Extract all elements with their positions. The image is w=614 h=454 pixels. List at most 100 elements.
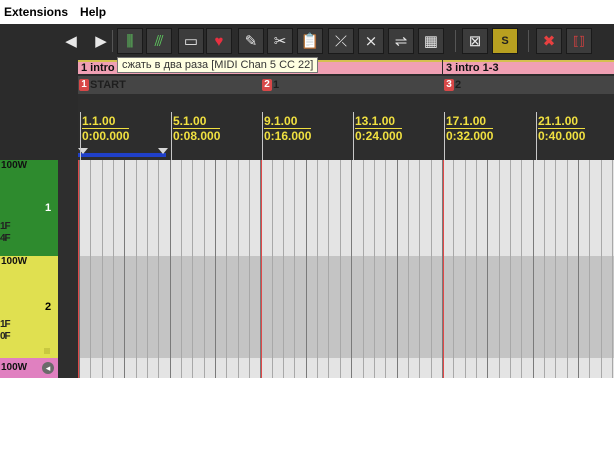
grid-line [102, 358, 103, 378]
grid-line [170, 358, 171, 378]
grid-line [340, 358, 341, 378]
menu-extensions[interactable]: Extensions [0, 0, 74, 24]
arrow-right-button[interactable]: ▶ [88, 28, 114, 54]
grid-line [351, 256, 352, 358]
grid-line [158, 160, 159, 256]
track-collapse-icon[interactable]: ◂ [38, 358, 58, 378]
grid-line [328, 256, 329, 358]
track-name[interactable]: 100W [0, 362, 27, 374]
compress-time-button[interactable]: ⫼ [117, 28, 143, 54]
grid-line [340, 256, 341, 358]
snap-icon: S [501, 35, 509, 47]
grid-line [544, 358, 545, 378]
grid-line [90, 160, 91, 256]
grid-line [283, 160, 284, 256]
ruler-label: 13.1.00 0:24.000 [355, 114, 403, 143]
menu-help[interactable]: Help [74, 0, 112, 24]
marker-bar[interactable]: 1 START 2 1 3 2 [78, 76, 614, 94]
grid-line [385, 358, 386, 378]
track-lane-2[interactable] [78, 256, 614, 358]
marker-start[interactable]: 1 START [79, 78, 126, 92]
track-number[interactable]: 1 [38, 160, 58, 256]
ruler-tick [536, 112, 537, 160]
track-number[interactable]: 2 [38, 256, 58, 358]
track-panel-2[interactable]: 100W 1F 0F 2 [0, 256, 78, 358]
grid-line [419, 256, 420, 358]
track-io-in: 1F [0, 319, 11, 330]
toolbar-separator [455, 30, 456, 52]
track-lane-3[interactable] [78, 358, 614, 378]
ruler-time: 0:08.000 [173, 129, 221, 143]
marker-2[interactable]: 3 2 [444, 78, 461, 92]
track-name[interactable]: 100W [0, 160, 27, 172]
ruler-measure: 9.1.00 [264, 114, 312, 129]
expand-time-button[interactable]: ⫻ [146, 28, 172, 54]
grid-line [601, 256, 602, 358]
grid-line [147, 358, 148, 378]
heart-button[interactable]: ♥ [206, 28, 232, 54]
grid-line [578, 256, 579, 358]
grid-line [397, 358, 398, 378]
trim-button[interactable]: ⤫ [328, 28, 354, 54]
pencil-icon: ✎ [244, 33, 258, 50]
track-panel-1[interactable]: 100W 1F 4F 1 [0, 160, 78, 256]
ruler-measure: 1.1.00 [82, 114, 130, 129]
grid-line [521, 160, 522, 256]
color-button[interactable]: ▦ [418, 28, 444, 54]
grid-button[interactable]: ▭ [178, 28, 204, 54]
timeline-ruler[interactable]: 1.1.00 0:00.000 5.1.00 0:08.000 9.1.00 0:16.0… [78, 94, 614, 160]
compress-time-icon: ⫼ [126, 32, 134, 50]
grid-line [204, 256, 205, 358]
grid-line [408, 358, 409, 378]
grid-line [453, 160, 454, 256]
marker-bracket-button[interactable]: ⟦⟧ [566, 28, 592, 54]
grid-line [215, 358, 216, 378]
split-button[interactable]: ⨯ [358, 28, 384, 54]
grid-line [170, 160, 171, 256]
grid-line [215, 160, 216, 256]
grid-line [544, 160, 545, 256]
grid-line [192, 358, 193, 378]
loop-end-handle[interactable] [158, 148, 168, 154]
grid-line [612, 358, 613, 378]
track-panel-3[interactable]: 100W ◂ [0, 358, 78, 378]
ruler-label: 9.1.00 0:16.000 [264, 114, 312, 143]
grid-line [510, 358, 511, 378]
cut-button[interactable]: ✂ [267, 28, 293, 54]
grid-line [533, 160, 534, 256]
grid-line [374, 160, 375, 256]
grid-line [419, 358, 420, 378]
marker-label: 1 [273, 79, 280, 91]
arrow-left-icon: ◀ [65, 33, 77, 50]
snap-button[interactable]: S [492, 28, 518, 54]
marker-delete-button[interactable]: ✖ [536, 28, 562, 54]
paste-icon: 📋 [300, 33, 320, 50]
marker-1[interactable]: 2 1 [262, 78, 279, 92]
ruler-time: 0:24.000 [355, 129, 403, 143]
marker-line [261, 160, 262, 256]
grid-line [102, 256, 103, 358]
track-name[interactable]: 100W [0, 256, 27, 268]
grid-line [487, 256, 488, 358]
grid-line [533, 358, 534, 378]
grid-line [226, 160, 227, 256]
ruler-label: 17.1.00 0:32.000 [446, 114, 494, 143]
track-lane-1[interactable] [78, 160, 614, 256]
grid-line [555, 256, 556, 358]
grid-line [510, 160, 511, 256]
marker-label: START [90, 79, 126, 91]
route-button[interactable]: ⇌ [388, 28, 414, 54]
loop-selection[interactable] [78, 153, 166, 157]
paste-button[interactable]: 📋 [297, 28, 323, 54]
pencil-button[interactable]: ✎ [238, 28, 264, 54]
route-icon: ⇌ [394, 33, 408, 50]
grid-line [601, 160, 602, 256]
grid-line [487, 160, 488, 256]
arrow-left-button[interactable]: ◀ [58, 28, 84, 54]
close-item-button[interactable]: ⊠ [462, 28, 488, 54]
marker-badge: 2 [262, 79, 272, 91]
grid-line [147, 256, 148, 358]
region-intro-1-3[interactable]: 3 intro 1-3 [443, 60, 614, 74]
grid-line [226, 256, 227, 358]
grid-line [408, 256, 409, 358]
